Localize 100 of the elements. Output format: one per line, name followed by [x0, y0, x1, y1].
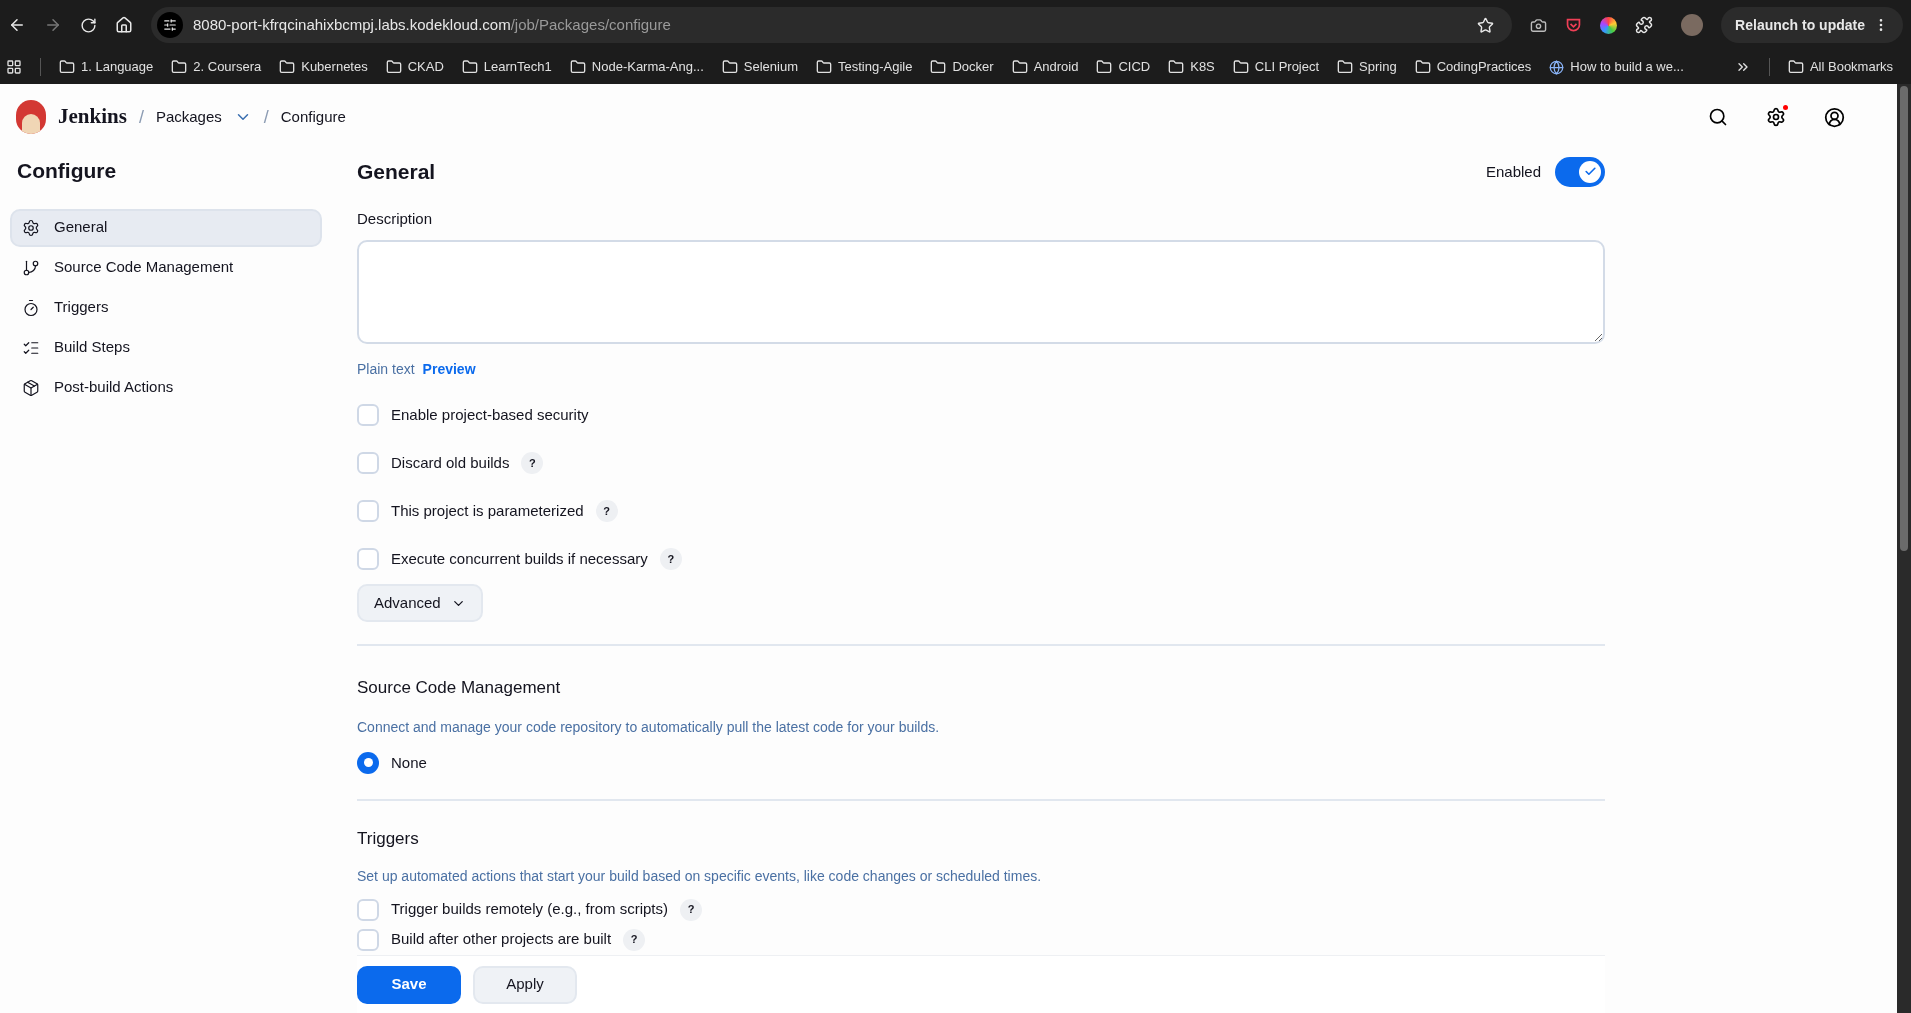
help-icon[interactable]: ?: [595, 500, 618, 522]
section-title: General: [357, 159, 436, 185]
description-field[interactable]: [357, 240, 1605, 344]
bookmark[interactable]: Node-Karma-Ang...: [569, 57, 704, 77]
bookmark-star-icon[interactable]: [1477, 16, 1495, 34]
bookmark[interactable]: Android: [1011, 57, 1079, 77]
checkbox-label: This project is parameterized: [391, 500, 584, 521]
checkbox[interactable]: [357, 898, 379, 921]
folder-icon: [1011, 59, 1028, 75]
checkbox-label: Execute concurrent builds if necessary: [391, 548, 648, 569]
checkbox[interactable]: [357, 500, 379, 522]
bookmark[interactable]: CodingPractices: [1414, 57, 1532, 77]
section-icon: [22, 258, 40, 277]
relaunch-button[interactable]: Relaunch to update: [1721, 7, 1903, 43]
bookmark[interactable]: Docker: [930, 57, 994, 77]
back-icon[interactable]: [8, 16, 26, 34]
section-title: Source Code Management: [357, 677, 562, 699]
bookmark[interactable]: 1. Language: [59, 57, 154, 77]
folder-icon: [385, 59, 402, 75]
section-icon: [22, 298, 40, 317]
folder-icon: [1232, 59, 1249, 75]
sidebar-title: Configure: [16, 158, 118, 184]
preview-link[interactable]: Preview: [422, 359, 476, 380]
checkbox[interactable]: [357, 452, 379, 474]
help-icon[interactable]: ?: [623, 928, 646, 951]
folder-icon: [171, 59, 188, 75]
search-icon[interactable]: [1708, 107, 1728, 127]
help-icon[interactable]: ?: [521, 452, 544, 474]
format-label: Plain text: [357, 360, 415, 379]
folder-icon: [1337, 59, 1354, 75]
section-icon: [22, 378, 40, 397]
folder-icon: [461, 59, 478, 75]
folder-icon: [1787, 59, 1804, 75]
sidebar-item[interactable]: General: [10, 208, 322, 247]
settings-icon[interactable]: [1766, 107, 1786, 127]
sidebar-item[interactable]: Triggers: [10, 288, 322, 327]
bookmark[interactable]: How to build a we...: [1549, 57, 1684, 77]
scrollbar-thumb[interactable]: [1900, 86, 1908, 551]
folder-icon: [816, 59, 832, 75]
apps-icon[interactable]: [6, 59, 22, 75]
sidebar-item[interactable]: Source Code Management: [10, 248, 322, 287]
bookmark[interactable]: Testing-Agile: [816, 57, 913, 77]
breadcrumb-current: Configure: [280, 106, 346, 127]
breadcrumb-link[interactable]: Packages: [155, 105, 222, 129]
radio-label: None: [391, 752, 427, 773]
checkbox-label: Enable project-based security: [391, 404, 589, 425]
section-title: Triggers: [357, 828, 420, 850]
folder-icon: [59, 59, 75, 75]
folder-icon: [930, 59, 947, 75]
toggle-label: Enabled: [1485, 161, 1541, 182]
breadcrumb-separator: /: [138, 105, 144, 129]
bookmark[interactable]: CLI Project: [1232, 57, 1320, 77]
brand-name[interactable]: Jenkins: [58, 101, 127, 133]
apply-button[interactable]: Apply: [473, 965, 577, 1004]
user-icon[interactable]: [1824, 106, 1845, 128]
extensions-icon[interactable]: [1635, 16, 1654, 34]
save-button[interactable]: Save: [357, 965, 461, 1004]
folder-icon: [1096, 59, 1113, 75]
folder-icon: [721, 59, 738, 75]
bookmark[interactable]: CICD: [1096, 57, 1151, 77]
bookmark[interactable]: K8S: [1168, 57, 1215, 77]
section-icon: [22, 218, 40, 237]
jenkins-logo[interactable]: [16, 100, 46, 134]
bookmark[interactable]: 2. Coursera: [171, 57, 262, 77]
enabled-toggle[interactable]: [1555, 156, 1605, 187]
bookmark[interactable]: LearnTech1: [461, 57, 552, 77]
site-info-icon[interactable]: [157, 12, 183, 38]
bookmark[interactable]: Spring: [1337, 57, 1397, 77]
bookmark[interactable]: Kubernetes: [279, 57, 368, 77]
reload-icon[interactable]: [80, 16, 97, 34]
folder-icon: [1168, 59, 1185, 75]
sidebar-item[interactable]: Post-build Actions: [10, 368, 322, 407]
help-icon[interactable]: ?: [659, 548, 682, 570]
color-wheel-icon[interactable]: [1600, 16, 1618, 34]
bookmark[interactable]: CKAD: [385, 57, 444, 77]
checkbox[interactable]: [357, 548, 379, 570]
url-text: 8080-port-kfrqcinahixbcmpj.labs.kodekloud.com/job/Packages/configure: [193, 14, 671, 35]
checkbox-label: Trigger builds remotely (e.g., from scripts): [391, 899, 669, 920]
all-bookmarks[interactable]: All Bookmarks: [1787, 57, 1893, 77]
breadcrumb-separator: /: [263, 105, 269, 129]
folder-icon: [279, 59, 296, 75]
pocket-icon[interactable]: [1565, 16, 1583, 34]
section-description: Set up automated actions that start your build based on specific events, like code changes or scheduled times.: [357, 866, 1043, 886]
sidebar-item[interactable]: Build Steps: [10, 328, 322, 367]
folder-icon: [569, 59, 586, 75]
section-description: Connect and manage your code repository to automatically pull the latest code for your builds.: [357, 717, 941, 737]
help-icon[interactable]: ?: [680, 898, 703, 921]
field-label: Description: [357, 208, 434, 229]
camera-icon[interactable]: [1530, 16, 1548, 34]
globe-icon: [1549, 59, 1565, 75]
advanced-button[interactable]: Advanced: [357, 584, 483, 622]
profile-avatar[interactable]: [1681, 14, 1704, 36]
checkbox[interactable]: [357, 404, 379, 426]
forward-icon[interactable]: [44, 16, 62, 34]
home-icon[interactable]: [115, 16, 133, 34]
checkbox[interactable]: [357, 928, 379, 951]
checkbox-label: Discard old builds: [391, 452, 510, 473]
bookmark[interactable]: Selenium: [721, 57, 798, 77]
address-bar[interactable]: 8080-port-kfrqcinahixbcmpj.labs.kodekloud.com/job/Packages/configure: [151, 7, 1513, 43]
radio-button[interactable]: [357, 751, 379, 774]
